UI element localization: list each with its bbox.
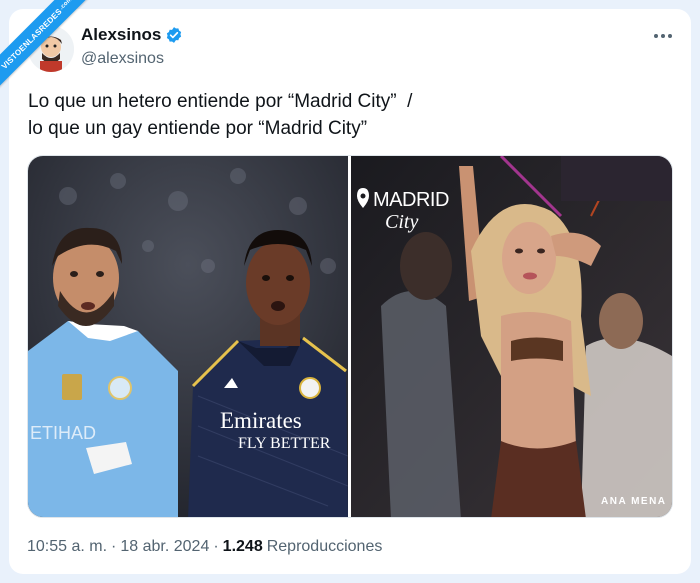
tweet-footer: 10:55 a. m. · 18 abr. 2024 · 1.248 Repro… [27, 538, 382, 556]
views-label[interactable]: Reproducciones [267, 538, 383, 556]
right-kit-sponsor: Emirates [220, 408, 302, 433]
watermark-suffix: .com [58, 0, 74, 12]
footer-separator-1: · [111, 538, 117, 555]
author-name-row: Alexsinos [81, 25, 183, 45]
author-display-name[interactable]: Alexsinos [81, 25, 161, 45]
tweet-text-line-2: lo que un gay entiende por “Madrid City” [28, 118, 368, 139]
tweet-media-grid: ETIHAD Emirates FLY BETTER MADRID City A… [27, 155, 673, 518]
tweet-text: Lo que un hetero entiende por “Madrid Ci… [28, 88, 648, 142]
footer-separator-2: · [213, 538, 219, 555]
right-kit-slogan: FLY BETTER [238, 435, 331, 452]
football-photo-illustration: ETIHAD Emirates FLY BETTER [28, 156, 348, 517]
media-photo-party[interactable]: MADRID City ANA MENA [351, 156, 672, 517]
party-photo-illustration: MADRID City ANA MENA [351, 156, 672, 517]
media-photo-football[interactable]: ETIHAD Emirates FLY BETTER [28, 156, 348, 517]
tweet-text-line-1: Lo que un hetero entiende por “Madrid Ci… [28, 91, 413, 112]
verified-badge-icon [167, 27, 182, 43]
artist-caption: ANA MENA [601, 496, 667, 507]
more-options-icon[interactable] [648, 26, 678, 46]
tweet-time[interactable]: 10:55 a. m. [27, 538, 107, 556]
left-kit-sponsor: ETIHAD [30, 423, 96, 443]
author-handle[interactable]: @alexsinos [81, 50, 164, 68]
neon-sign-madrid: MADRID [373, 189, 449, 211]
views-count: 1.248 [222, 538, 263, 555]
neon-sign-city: City [385, 211, 418, 233]
tweet-date[interactable]: 18 abr. 2024 [120, 538, 209, 556]
